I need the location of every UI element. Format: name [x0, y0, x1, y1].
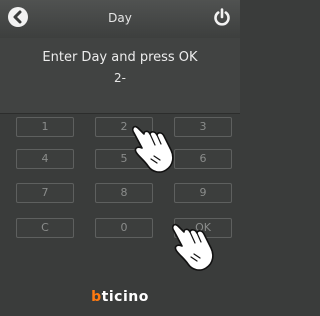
key-4[interactable]: 4 [16, 149, 74, 169]
brand-logo: bticino [0, 289, 240, 305]
logo-prefix: b [91, 289, 102, 305]
back-arrow-icon [13, 10, 22, 24]
power-button[interactable] [212, 7, 232, 27]
key-9[interactable]: 9 [174, 183, 232, 203]
entry-display: 2- [114, 71, 126, 85]
tap-hand-icon [131, 125, 174, 173]
logo-rest: ticino [101, 289, 149, 305]
key-8[interactable]: 8 [95, 183, 153, 203]
key-6[interactable]: 6 [174, 149, 232, 169]
power-icon [214, 8, 230, 26]
tap-hand-icon [171, 223, 214, 271]
footer-bar: bticino [0, 274, 240, 316]
app-screen: Day Enter Day and press OK 2- 1 2 3 4 5 … [0, 0, 240, 316]
header-bar: Day [0, 0, 240, 38]
key-3[interactable]: 3 [174, 117, 232, 137]
key-7[interactable]: 7 [16, 183, 74, 203]
page-title: Day [108, 11, 132, 25]
back-button[interactable] [8, 7, 28, 27]
key-1[interactable]: 1 [16, 117, 74, 137]
key-clear[interactable]: C [16, 218, 74, 238]
instruction-text: Enter Day and press OK [42, 50, 198, 65]
prompt-area: Enter Day and press OK 2- [0, 38, 240, 114]
key-0[interactable]: 0 [95, 218, 153, 238]
